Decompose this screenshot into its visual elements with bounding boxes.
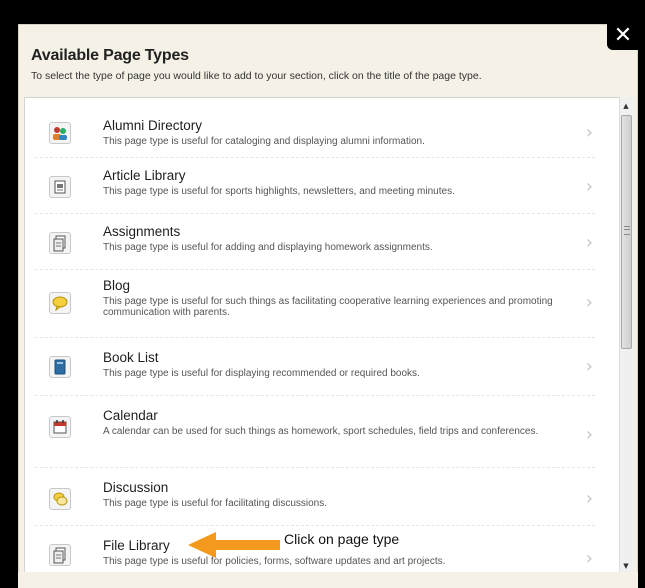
page-type-article-library[interactable]: Article Library This page type is useful… xyxy=(35,158,595,214)
page-type-description: This page type is useful for sports high… xyxy=(103,186,455,197)
dialog-title: Available Page Types xyxy=(31,47,189,64)
callout-text: Click on page type xyxy=(284,531,400,547)
page-type-name[interactable]: Article Library xyxy=(103,168,565,184)
page-type-name[interactable]: Alumni Directory xyxy=(103,118,565,134)
page-type-book-list[interactable]: Book List This page type is useful for d… xyxy=(35,338,595,396)
page-type-name[interactable]: Blog xyxy=(103,278,565,294)
scroll-down-arrow-icon[interactable]: ▼ xyxy=(620,559,632,573)
page-type-description: This page type is useful for displaying … xyxy=(103,368,420,379)
grip-icon xyxy=(624,226,630,235)
page-type-description: This page type is useful for adding and … xyxy=(103,242,433,253)
page-type-name[interactable]: Assignments xyxy=(103,224,565,240)
article-icon xyxy=(49,176,71,198)
dialog-header: Available Page Types To select the type … xyxy=(31,47,625,82)
chevron-right-icon: › xyxy=(585,356,593,377)
page-type-list: Alumni Directory This page type is usefu… xyxy=(24,97,624,577)
instruction-callout: Click on page type xyxy=(188,526,428,562)
scroll-thumb[interactable] xyxy=(621,115,632,349)
page-type-discussion[interactable]: Discussion This page type is useful for … xyxy=(35,468,595,526)
chevron-right-icon: › xyxy=(585,488,593,509)
page-type-description: This page type is useful for facilitatin… xyxy=(103,498,327,509)
page-type-assignments[interactable]: Assignments This page type is useful for… xyxy=(35,214,595,270)
people-icon xyxy=(49,122,71,144)
book-icon xyxy=(49,356,71,378)
page-type-blog[interactable]: Blog This page type is useful for such t… xyxy=(35,270,595,338)
page-types-dialog: Available Page Types To select the type … xyxy=(18,24,638,586)
speech-bubble-icon xyxy=(49,292,71,314)
page-type-description: This page type is useful for such things… xyxy=(103,296,553,318)
page-type-description: This page type is useful for cataloging … xyxy=(103,136,425,147)
dialog-footer xyxy=(18,572,638,588)
close-button[interactable]: ✕ xyxy=(607,20,639,50)
scroll-up-arrow-icon[interactable]: ▲ xyxy=(620,99,632,113)
page-type-name[interactable]: Discussion xyxy=(103,480,565,496)
discussion-icon xyxy=(49,488,71,510)
arrow-left-icon xyxy=(188,532,280,558)
dialog-subtitle: To select the type of page you would lik… xyxy=(31,70,482,82)
chevron-right-icon: › xyxy=(585,424,593,445)
page-type-name[interactable]: Calendar xyxy=(103,408,565,424)
chevron-right-icon: › xyxy=(585,292,593,313)
chevron-right-icon: › xyxy=(585,122,593,143)
page-type-description: A calendar can be used for such things a… xyxy=(103,426,539,437)
list-scrollbar[interactable]: ▲ ▼ xyxy=(619,97,633,575)
file-icon xyxy=(49,544,71,566)
chevron-right-icon: › xyxy=(585,548,593,569)
page-type-calendar[interactable]: Calendar A calendar can be used for such… xyxy=(35,396,595,468)
clipboard-icon xyxy=(49,232,71,254)
chevron-right-icon: › xyxy=(585,232,593,253)
page-type-alumni-directory[interactable]: Alumni Directory This page type is usefu… xyxy=(35,110,595,158)
chevron-right-icon: › xyxy=(585,176,593,197)
page-type-name[interactable]: Book List xyxy=(103,350,565,366)
calendar-icon xyxy=(49,416,71,438)
